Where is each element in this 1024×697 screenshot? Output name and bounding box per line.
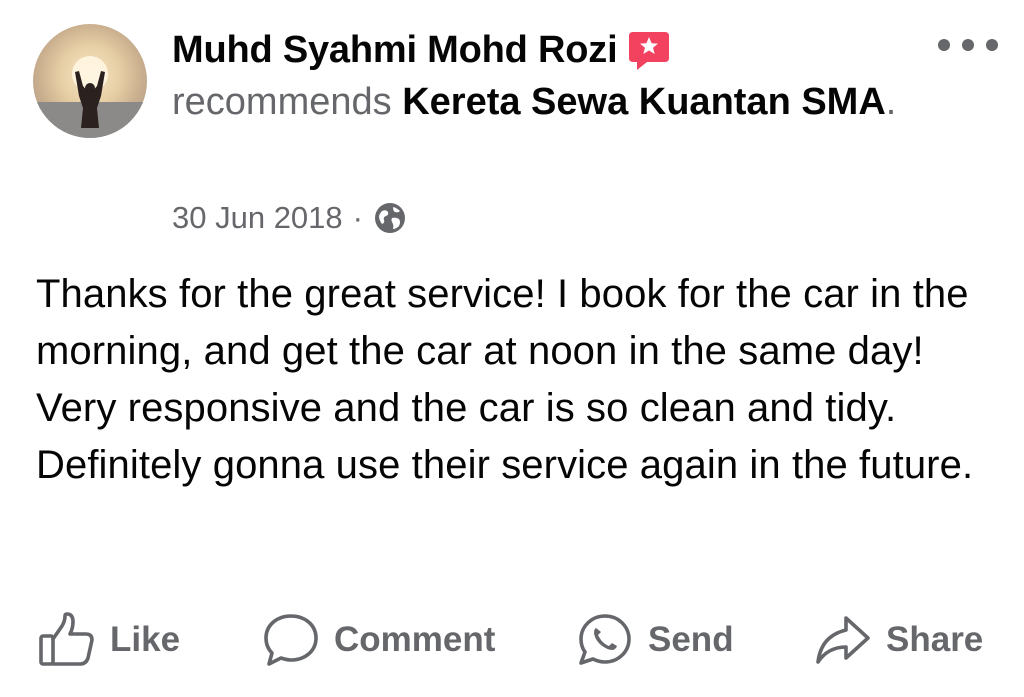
period: .	[885, 81, 897, 123]
whatsapp-icon	[579, 614, 631, 665]
more-dot-icon	[986, 39, 998, 51]
more-dot-icon	[938, 39, 950, 51]
author-name[interactable]: Muhd Syahmi Mohd Rozi	[172, 29, 618, 72]
comment-label: Comment	[334, 620, 496, 659]
like-label: Like	[110, 620, 181, 659]
more-options-button[interactable]	[938, 30, 998, 60]
recommends-text: recommends	[172, 81, 392, 123]
post-header: Muhd Syahmi Mohd Rozi recommends Kereta …	[172, 24, 912, 128]
comment-button[interactable]: Comment	[262, 608, 495, 672]
send-label: Send	[648, 620, 734, 659]
thumbs-up-icon	[39, 612, 94, 666]
avatar-photo	[33, 56, 147, 138]
post-date[interactable]: 30 Jun 2018	[172, 200, 343, 236]
avatar[interactable]	[33, 24, 147, 138]
post-meta: 30 Jun 2018 ·	[172, 196, 407, 240]
recommend-badge-icon	[627, 28, 671, 72]
send-button[interactable]: Send	[576, 608, 734, 672]
share-button[interactable]: Share	[814, 608, 983, 672]
share-arrow-icon	[816, 616, 870, 664]
like-button[interactable]: Like	[38, 608, 180, 672]
meta-separator: ·	[352, 200, 363, 235]
post-body: Thanks for the great service! I book for…	[36, 272, 974, 487]
globe-icon	[373, 201, 407, 235]
action-bar: Like Comment Send Share	[0, 608, 1024, 672]
comment-bubble-icon	[264, 614, 318, 666]
share-label: Share	[886, 620, 984, 659]
page-name-link[interactable]: Kereta Sewa Kuantan SMA	[402, 81, 886, 123]
more-dot-icon	[962, 39, 974, 51]
